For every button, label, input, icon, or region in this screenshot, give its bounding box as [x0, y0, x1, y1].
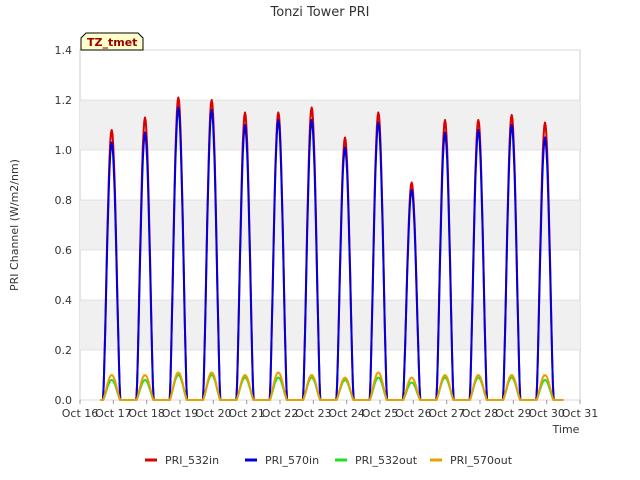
data-point-PRI_570out — [244, 374, 246, 376]
y-tick-label: 1.2 — [55, 94, 73, 107]
data-point-PRI_570in — [510, 124, 513, 126]
data-point-PRI_532out — [177, 374, 180, 376]
data-point-PRI_532out — [410, 381, 413, 384]
data-point-PRI_570in — [377, 121, 380, 124]
x-tick-label: Oct 20 — [195, 407, 232, 420]
data-point-PRI_570in — [544, 136, 546, 139]
data-point-PRI_570out — [544, 374, 546, 376]
data-point-PRI_570out — [344, 376, 346, 379]
data-point-PRI_532out — [310, 376, 313, 379]
data-point-PRI_532out — [210, 374, 213, 376]
data-point-PRI_570in — [444, 131, 446, 134]
x-tick-label: Oct 29 — [495, 407, 532, 420]
data-point-PRI_570in — [177, 106, 180, 109]
data-point-PRI_570in — [144, 131, 146, 134]
data-point-PRI_532out — [277, 376, 280, 379]
y-tick-label: 0.2 — [55, 344, 73, 357]
x-tick-label: Oct 31 — [562, 407, 599, 420]
data-point-PRI_570in — [310, 119, 313, 121]
data-point-PRI_532in — [277, 111, 280, 114]
data-point-PRI_532in — [310, 106, 313, 109]
x-tick-label: Oct 22 — [262, 407, 299, 420]
data-point-PRI_570in — [210, 109, 213, 111]
data-point-PRI_532in — [210, 99, 213, 101]
data-point-PRI_570out — [110, 374, 113, 376]
data-point-PRI_570out — [510, 374, 513, 376]
data-point-PRI_570out — [177, 371, 180, 374]
legend-label: PRI_532out — [355, 454, 418, 467]
data-point-PRI_532out — [544, 379, 546, 381]
data-point-PRI_532in — [110, 129, 113, 131]
data-point-PRI_570out — [444, 374, 446, 376]
data-point-PRI_570out — [410, 376, 413, 379]
x-tick-label: Oct 25 — [362, 407, 399, 420]
chart: Tonzi Tower PRI 0.0 0.2 0.4 0.6 0.8 1.0 1.2 1.4… — [8, 5, 599, 467]
y-tick-label: 0.8 — [55, 194, 73, 207]
grid-band — [80, 200, 580, 250]
grid-band — [80, 100, 580, 150]
data-point-PRI_532in — [477, 119, 480, 121]
data-point-PRI_532in — [410, 181, 413, 184]
data-point-PRI_532in — [244, 111, 246, 114]
y-tick-label: 1.0 — [55, 144, 73, 157]
x-tick-label: Oct 24 — [328, 407, 365, 420]
y-tick-label: 1.4 — [55, 44, 73, 57]
legend-label: PRI_570out — [450, 454, 513, 467]
data-point-PRI_532out — [144, 379, 146, 381]
x-tick-label: Oct 30 — [528, 407, 565, 420]
data-point-PRI_532out — [377, 376, 380, 379]
data-point-PRI_570in — [410, 189, 413, 191]
y-axis-title: PRI Channel (W/m2/nm) — [8, 159, 21, 291]
x-tick-label: Oct 27 — [428, 407, 465, 420]
x-axis-title: Time — [552, 423, 580, 436]
data-point-PRI_532out — [344, 379, 346, 381]
x-axis: Oct 16Oct 17Oct 18Oct 19Oct 20Oct 21Oct … — [62, 400, 599, 420]
y-tick-label: 0.6 — [55, 244, 73, 257]
data-point-PRI_570out — [310, 374, 313, 376]
data-point-PRI_532out — [444, 376, 446, 379]
x-tick-label: Oct 19 — [162, 407, 199, 420]
legend: PRI_532in PRI_570in PRI_532out PRI_570out — [145, 454, 513, 467]
data-point-PRI_532out — [244, 376, 246, 379]
x-tick-label: Oct 26 — [395, 407, 432, 420]
data-point-PRI_532in — [344, 136, 346, 139]
data-point-PRI_532in — [144, 116, 146, 119]
data-point-PRI_532in — [510, 114, 513, 116]
x-tick-label: Oct 17 — [95, 407, 132, 420]
data-point-PRI_570in — [477, 129, 480, 131]
x-tick-label: Oct 21 — [228, 407, 265, 420]
x-tick-label: Oct 16 — [62, 407, 99, 420]
x-tick-label: Oct 28 — [462, 407, 499, 420]
data-point-PRI_532out — [477, 376, 480, 379]
chart-title: Tonzi Tower PRI — [270, 5, 370, 20]
data-point-PRI_570in — [344, 146, 346, 149]
y-tick-label: 0.4 — [55, 294, 73, 307]
data-point-PRI_532in — [544, 121, 546, 124]
legend-label: PRI_570in — [265, 454, 319, 467]
x-tick-label: Oct 18 — [128, 407, 165, 420]
data-point-PRI_570out — [477, 374, 480, 376]
legend-label: PRI_532in — [165, 454, 219, 467]
data-point-PRI_532in — [177, 96, 180, 99]
data-point-PRI_532out — [110, 379, 113, 381]
data-point-PRI_570out — [277, 371, 280, 374]
data-point-PRI_570out — [377, 371, 380, 374]
x-tick-label: Oct 23 — [295, 407, 332, 420]
site-badge: TZ_tmet — [80, 32, 144, 51]
y-axis: 0.0 0.2 0.4 0.6 0.8 1.0 1.2 1.4 — [55, 44, 73, 407]
y-tick-label: 0.0 — [55, 394, 73, 407]
data-point-PRI_570in — [110, 141, 113, 144]
data-point-PRI_570out — [144, 374, 146, 376]
data-point-PRI_532out — [510, 376, 513, 379]
data-point-PRI_532in — [377, 111, 380, 114]
site-badge-label: TZ_tmet — [87, 36, 137, 49]
data-point-PRI_570in — [244, 124, 246, 126]
data-point-PRI_532in — [444, 119, 446, 121]
data-point-PRI_570in — [277, 119, 280, 121]
data-point-PRI_570out — [210, 371, 213, 374]
